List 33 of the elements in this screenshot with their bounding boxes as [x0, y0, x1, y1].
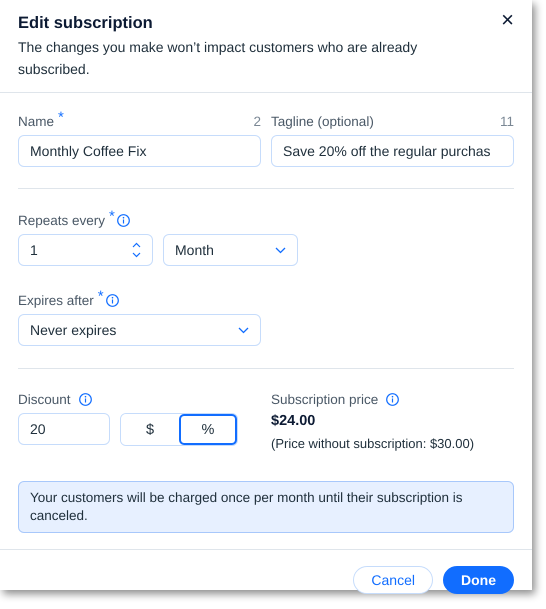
dialog-title: Edit subscription — [18, 13, 153, 34]
info-icon[interactable] — [78, 392, 92, 406]
unit-toggle-option[interactable]: % — [179, 414, 237, 445]
field-label: Subscription price — [271, 392, 378, 406]
cancel-button[interactable]: Cancel — [353, 566, 433, 594]
expiry-dropdown[interactable]: Never expires — [18, 314, 261, 346]
info-icon[interactable] — [116, 214, 130, 226]
stepper-arrows-icon[interactable] — [132, 242, 141, 258]
name-field[interactable]: Monthly Coffee Fix — [18, 135, 261, 167]
field-label: Discount — [18, 392, 71, 406]
field-label: Name — [18, 114, 54, 128]
discount-field[interactable]: 20 — [18, 413, 110, 445]
info-message: Your customers will be charged once per month until their subscription is canceled. — [18, 481, 514, 533]
required-asterisk: * — [58, 112, 64, 124]
field-label: Expires after — [18, 292, 94, 308]
field-label: Tagline (optional) — [271, 114, 374, 128]
info-icon[interactable] — [386, 392, 400, 406]
required-asterisk: * — [98, 291, 104, 303]
required-asterisk: * — [109, 211, 115, 223]
character-count: 2 — [253, 114, 261, 128]
field-label: Repeats every — [18, 212, 106, 228]
tagline-field[interactable]: Save 20% off the regular purchas — [271, 135, 514, 167]
info-icon[interactable] — [106, 294, 119, 306]
unit-dropdown[interactable]: Month — [163, 234, 298, 266]
character-count: 11 — [500, 114, 514, 128]
chevron-down-icon — [238, 326, 249, 334]
price-note: (Price without subscription: $30.00) — [271, 436, 474, 451]
subscription-price: $24.00 — [271, 413, 316, 429]
number-stepper-field[interactable]: 1 — [18, 234, 153, 266]
done-button[interactable]: Done — [443, 566, 514, 594]
close-button[interactable]: × — [497, 8, 518, 32]
dialog-subtitle: The changes you make won’t impact customers who are already subscribed. — [18, 38, 418, 79]
chevron-down-icon — [275, 246, 286, 254]
